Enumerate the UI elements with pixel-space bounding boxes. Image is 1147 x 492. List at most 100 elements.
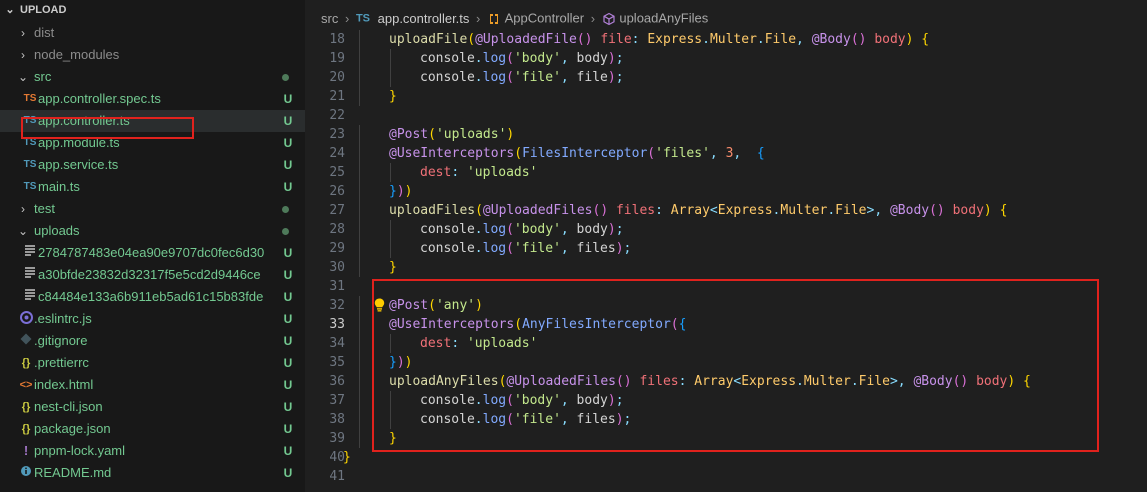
file-item[interactable]: a30bfde23832d32317f5e5cd2d9446ce U xyxy=(0,264,305,286)
breadcrumb-class[interactable]: AppController xyxy=(505,11,585,26)
class-symbol-icon xyxy=(487,11,505,26)
code-line[interactable]: 37 console.log('body', body); xyxy=(305,391,1147,410)
code-line[interactable]: 28 console.log('body', body); xyxy=(305,220,1147,239)
line-number: 39 xyxy=(329,431,345,446)
code-line[interactable]: 27 uploadFiles(@UploadedFiles() files: Ar… xyxy=(305,201,1147,220)
code-line[interactable]: 32 @Post('any') xyxy=(305,296,1147,315)
breadcrumb-folder[interactable]: src xyxy=(321,11,338,26)
code-line[interactable]: 35})) xyxy=(305,353,1147,372)
code-line[interactable]: 23 @Post('uploads') xyxy=(305,125,1147,144)
code-line[interactable]: 40} xyxy=(305,448,1147,467)
file-item[interactable]: TS app.controller.ts U xyxy=(0,110,305,132)
file-item[interactable]: TS app.controller.spec.ts U xyxy=(0,88,305,110)
code-token: ( xyxy=(475,203,483,218)
code-token: @Body xyxy=(811,32,851,47)
breadcrumb: src › TS app.controller.ts › AppControll… xyxy=(305,0,1147,30)
code-line[interactable]: 39} xyxy=(305,429,1147,448)
folder-item[interactable]: ⌄ uploads xyxy=(0,220,305,242)
indent-guide xyxy=(359,353,360,372)
json-file-icon: {} xyxy=(21,401,31,413)
file-tree-label: main.ts xyxy=(38,179,80,194)
code-token: ; xyxy=(623,412,632,427)
indent-guide xyxy=(359,220,360,239)
lightbulb-icon[interactable] xyxy=(374,298,385,312)
chevron-down-icon: ⌄ xyxy=(17,224,29,238)
code-text: @UseInterceptors(AnyFilesInterceptor({ xyxy=(389,315,686,334)
code-line[interactable]: 38 console.log('file', files); xyxy=(305,410,1147,429)
code-token: 'file' xyxy=(513,70,561,85)
code-token: Multer xyxy=(709,32,757,47)
code-line[interactable]: 22 xyxy=(305,106,1147,125)
code-line[interactable]: 18 uploadFile(@UploadedFile() file: Expre… xyxy=(305,30,1147,49)
code-token: ( xyxy=(670,317,679,332)
chevron-right-icon: › xyxy=(21,202,25,216)
code-token: } xyxy=(389,260,397,275)
folder-item[interactable]: › dist xyxy=(0,22,305,44)
file-item[interactable]: TS app.module.ts U xyxy=(0,132,305,154)
line-number: 36 xyxy=(329,374,345,389)
code-line[interactable]: 30} xyxy=(305,258,1147,277)
code-token: () xyxy=(592,203,609,218)
code-text: console.log('body', body); xyxy=(420,391,624,410)
line-number: 19 xyxy=(329,51,345,66)
code-text: } xyxy=(389,258,397,277)
file-item[interactable]: <> index.html U xyxy=(0,374,305,396)
file-item[interactable]: .gitignore U xyxy=(0,330,305,352)
code-line[interactable]: 33 @UseInterceptors(AnyFilesInterceptor({ xyxy=(305,315,1147,334)
file-item[interactable]: ! pnpm-lock.yaml U xyxy=(0,440,305,462)
code-line[interactable]: 36 uploadAnyFiles(@UploadedFiles() files:… xyxy=(305,372,1147,391)
git-status-badge: U xyxy=(283,334,293,348)
code-line[interactable]: 34 dest: 'uploads' xyxy=(305,334,1147,353)
code-token: . xyxy=(702,32,710,47)
code-token: console xyxy=(420,241,475,256)
file-tree-label: test xyxy=(34,201,55,216)
code-token: { xyxy=(921,32,930,47)
folder-item[interactable]: › test xyxy=(0,198,305,220)
indent-guide xyxy=(359,163,360,182)
git-status-dot-icon xyxy=(282,206,289,213)
code-line[interactable]: 26})) xyxy=(305,182,1147,201)
code-line[interactable]: 31 xyxy=(305,277,1147,296)
file-item[interactable]: README.md U xyxy=(0,462,305,484)
file-item[interactable]: c84484e133a6b911eb5ad61c15b83fde U xyxy=(0,286,305,308)
indent-guide xyxy=(390,163,391,182)
code-line[interactable]: 24 @UseInterceptors(FilesInterceptor('fil… xyxy=(305,144,1147,163)
file-item[interactable]: {} nest-cli.json U xyxy=(0,396,305,418)
file-item[interactable]: TS app.service.ts U xyxy=(0,154,305,176)
line-number: 40 xyxy=(329,450,345,465)
code-token: . xyxy=(474,412,483,427)
folder-item[interactable]: › node_modules xyxy=(0,44,305,66)
code-line[interactable]: 29 console.log('file', files); xyxy=(305,239,1147,258)
code-line[interactable]: 20 console.log('file', file); xyxy=(305,68,1147,87)
code-token: ) xyxy=(475,298,483,313)
code-line[interactable]: 25 dest: 'uploads' xyxy=(305,163,1147,182)
code-token: @Post xyxy=(389,127,429,142)
file-item[interactable]: {} .prettierrc U xyxy=(0,352,305,374)
code-text: console.log('file', files); xyxy=(420,410,631,429)
code-lines[interactable]: 18 uploadFile(@UploadedFile() file: Expre… xyxy=(305,30,1147,486)
code-token: ( xyxy=(467,32,476,47)
code-line[interactable]: 41 xyxy=(305,467,1147,486)
breadcrumb-file[interactable]: app.controller.ts xyxy=(378,11,470,26)
code-text: } xyxy=(389,429,397,448)
file-item[interactable]: TS main.ts U xyxy=(0,176,305,198)
breadcrumb-method[interactable]: uploadAnyFiles xyxy=(619,11,708,26)
code-token: . xyxy=(474,222,483,237)
file-item[interactable]: {} package.json U xyxy=(0,418,305,440)
chevron-down-icon: ⌄ xyxy=(5,4,15,16)
file-item[interactable]: 2784787483e04ea90e9707dc0fec6d30 U xyxy=(0,242,305,264)
chevron-right-icon: › xyxy=(344,10,350,26)
file-item[interactable]: .eslintrc.js U xyxy=(0,308,305,330)
git-status-badge: U xyxy=(283,400,293,414)
code-token: console xyxy=(420,51,475,66)
code-token: : xyxy=(451,165,460,180)
code-editor[interactable]: src › TS app.controller.ts › AppControll… xyxy=(305,0,1147,492)
folder-item[interactable]: ⌄ src xyxy=(0,66,305,88)
line-number: 28 xyxy=(329,222,345,237)
code-line[interactable]: 21} xyxy=(305,87,1147,106)
code-line[interactable]: 19 console.log('body', body); xyxy=(305,49,1147,68)
explorer-root-header[interactable]: ⌄ UPLOAD xyxy=(0,0,305,22)
